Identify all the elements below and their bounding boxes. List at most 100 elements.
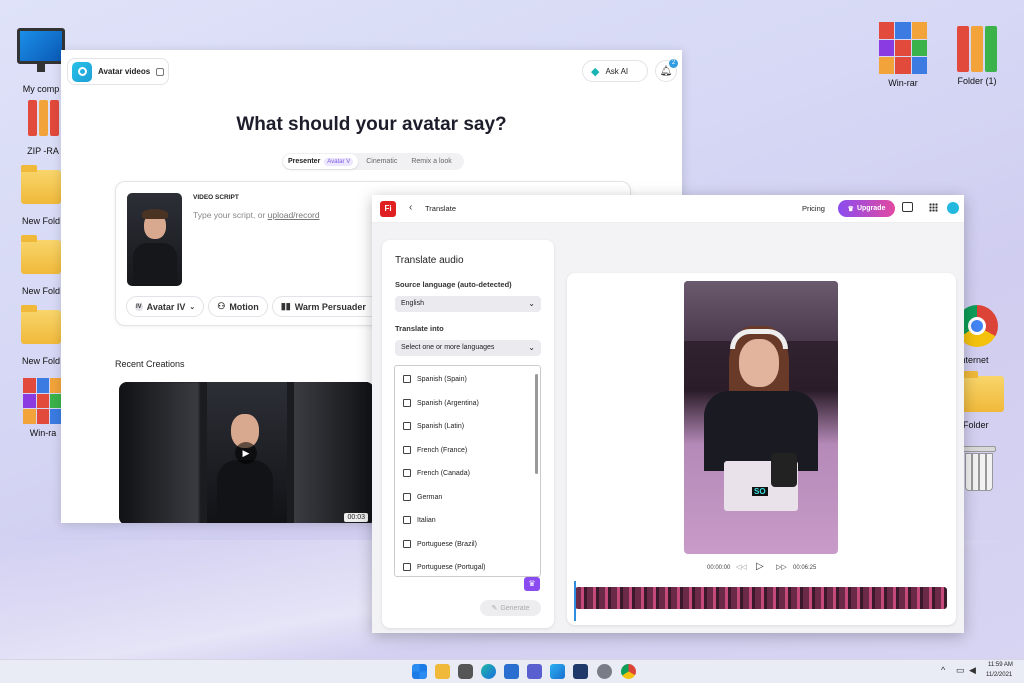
chevron-down-icon: ⌄ bbox=[528, 343, 535, 352]
app-logo[interactable]: Fi bbox=[380, 201, 396, 217]
notification-bell-button[interactable]: 🔔︎ 2 bbox=[655, 59, 678, 82]
timeline-filmstrip[interactable] bbox=[575, 587, 947, 609]
folder-icon bbox=[962, 371, 1004, 412]
checkbox[interactable] bbox=[403, 493, 411, 501]
taskbar: ^ ▭ ◀ 11:59 AM 11/2/2021 bbox=[0, 659, 1024, 683]
ask-ai-button[interactable]: ◆ Ask AI bbox=[582, 60, 648, 82]
photos-icon[interactable] bbox=[550, 664, 565, 679]
store-icon[interactable] bbox=[504, 664, 519, 679]
tab-cinematic[interactable]: Cinematic bbox=[366, 158, 397, 165]
checkbox[interactable] bbox=[403, 446, 411, 454]
avatar-iv-selector[interactable]: IV Avatar IV ⌄ bbox=[126, 296, 205, 317]
premium-crown-icon: ♛ bbox=[524, 577, 540, 591]
source-language-select[interactable]: English ⌄ bbox=[395, 296, 541, 312]
crown-icon: ♛ bbox=[847, 205, 854, 213]
avatar-thumbnail[interactable] bbox=[127, 193, 182, 286]
clock-date[interactable]: 11/2/2021 bbox=[986, 672, 1012, 678]
motion-icon: ⚇ bbox=[217, 301, 226, 311]
language-option[interactable]: Spanish (Argentina) bbox=[403, 399, 479, 407]
winrar-icon bbox=[23, 378, 63, 424]
video-frame[interactable]: SO bbox=[684, 281, 838, 554]
translate-header: Fi ‹ Translate Pricing ♛ Upgrade bbox=[372, 195, 964, 223]
volume-icon[interactable]: ◀ bbox=[969, 665, 976, 676]
checkbox[interactable] bbox=[403, 469, 411, 477]
desktop-icon-label: Win-rar bbox=[888, 78, 918, 88]
network-icon[interactable]: ▭ bbox=[956, 665, 965, 676]
language-option[interactable]: German bbox=[403, 493, 442, 501]
language-option[interactable]: Portuguese (Brazil) bbox=[403, 540, 477, 548]
language-label: Spanish (Argentina) bbox=[417, 399, 479, 407]
chevron-up-icon[interactable]: ^ bbox=[941, 665, 945, 675]
language-label: Italian bbox=[417, 516, 436, 524]
mode-tabs: Presenter Avatar V Cinematic Remix a loo… bbox=[282, 153, 464, 170]
settings-app-icon[interactable] bbox=[573, 664, 588, 679]
language-label: French (France) bbox=[417, 446, 468, 454]
file-explorer-icon[interactable] bbox=[435, 664, 450, 679]
folder-icon bbox=[21, 235, 61, 274]
play-icon[interactable]: ▷ bbox=[756, 561, 764, 572]
upload-record-link[interactable]: upload/record bbox=[268, 210, 320, 220]
checkbox[interactable] bbox=[403, 399, 411, 407]
ai-diamond-icon: ◆ bbox=[591, 65, 600, 78]
folder-icon bbox=[21, 165, 61, 204]
language-option[interactable]: Portuguese (Portugal) bbox=[403, 563, 485, 571]
clock-time[interactable]: 11:59 AM bbox=[988, 662, 1013, 668]
checkbox[interactable] bbox=[403, 422, 411, 430]
edge-icon[interactable] bbox=[481, 664, 496, 679]
generate-icon: ✎ bbox=[491, 605, 498, 612]
profile-avatar[interactable] bbox=[947, 202, 959, 214]
chat-icon[interactable] bbox=[902, 202, 913, 212]
tab-remix[interactable]: Remix a look bbox=[411, 158, 451, 165]
generate-button[interactable]: ✎ Generate bbox=[480, 600, 541, 616]
desktop-icon-label: Folder (1) bbox=[957, 76, 997, 86]
checkbox[interactable] bbox=[403, 375, 411, 383]
language-label: Spanish (Latin) bbox=[417, 422, 465, 430]
checkbox[interactable] bbox=[403, 563, 411, 571]
rewind-icon[interactable]: ◁◁ bbox=[736, 563, 747, 571]
language-option[interactable]: Spanish (Spain) bbox=[403, 375, 467, 383]
dropdown-scrollbar[interactable] bbox=[535, 374, 538, 474]
current-time: 00:00:00 bbox=[707, 565, 731, 571]
desktop-icon-label: My comp bbox=[22, 84, 60, 94]
apps-grid-icon[interactable] bbox=[929, 203, 938, 212]
upgrade-button[interactable]: ♛ Upgrade bbox=[838, 200, 895, 217]
chrome-taskbar-icon[interactable] bbox=[621, 664, 636, 679]
video-duration-badge: 00:03 bbox=[344, 513, 368, 522]
language-option[interactable]: French (France) bbox=[403, 446, 467, 454]
tab-presenter[interactable]: Presenter Avatar V bbox=[283, 154, 359, 169]
desktop-icon-win-rar[interactable]: Win-rar bbox=[868, 22, 938, 88]
script-options: IVAvatar IV⌄ ⚇Motion ▮▮Warm Persuader▶ bbox=[126, 296, 392, 317]
sidebar-toggle-icon[interactable] bbox=[156, 67, 164, 76]
script-placeholder: Type your script, or bbox=[193, 210, 268, 220]
playhead[interactable] bbox=[574, 581, 576, 621]
language-dropdown-list: Spanish (Spain) Spanish (Argentina) Span… bbox=[394, 365, 541, 577]
camera-icon[interactable] bbox=[458, 664, 473, 679]
avatar-videos-chip[interactable]: Avatar videos bbox=[67, 58, 169, 85]
target-language-select[interactable]: Select one or more languages ⌄ bbox=[395, 340, 541, 356]
translate-window: Fi ‹ Translate Pricing ♛ Upgrade Translat… bbox=[372, 195, 964, 633]
tab-label: Presenter bbox=[288, 158, 321, 165]
windows-start-icon[interactable] bbox=[412, 664, 427, 679]
desktop-icon-folder-1[interactable]: Folder (1) bbox=[942, 26, 1012, 86]
recycle-bin-icon[interactable] bbox=[962, 446, 996, 492]
avatar-app-icon bbox=[72, 61, 92, 82]
folder-icon bbox=[21, 305, 61, 344]
language-option[interactable]: Spanish (Latin) bbox=[403, 422, 464, 430]
play-button-icon[interactable]: ▶ bbox=[235, 442, 257, 464]
script-input[interactable]: Type your script, or upload/record bbox=[193, 210, 320, 220]
checkbox[interactable] bbox=[403, 540, 411, 548]
motion-button[interactable]: ⚇ Motion bbox=[208, 296, 268, 317]
back-arrow-icon[interactable]: ‹ bbox=[409, 202, 412, 213]
language-label: Portuguese (Brazil) bbox=[417, 540, 477, 548]
teams-icon[interactable] bbox=[527, 664, 542, 679]
pricing-link[interactable]: Pricing bbox=[802, 204, 825, 213]
translate-audio-panel: Translate audio Source language (auto-de… bbox=[382, 240, 554, 628]
gear-icon[interactable] bbox=[597, 664, 612, 679]
books-icon bbox=[953, 26, 1001, 72]
language-option[interactable]: Italian bbox=[403, 516, 436, 524]
language-option[interactable]: French (Canada) bbox=[403, 469, 470, 477]
forward-icon[interactable]: ▷▷ bbox=[776, 563, 787, 571]
checkbox[interactable] bbox=[403, 516, 411, 524]
generate-label: Generate bbox=[500, 604, 530, 612]
recent-video-card[interactable]: ▶ 00:03 bbox=[119, 382, 374, 523]
